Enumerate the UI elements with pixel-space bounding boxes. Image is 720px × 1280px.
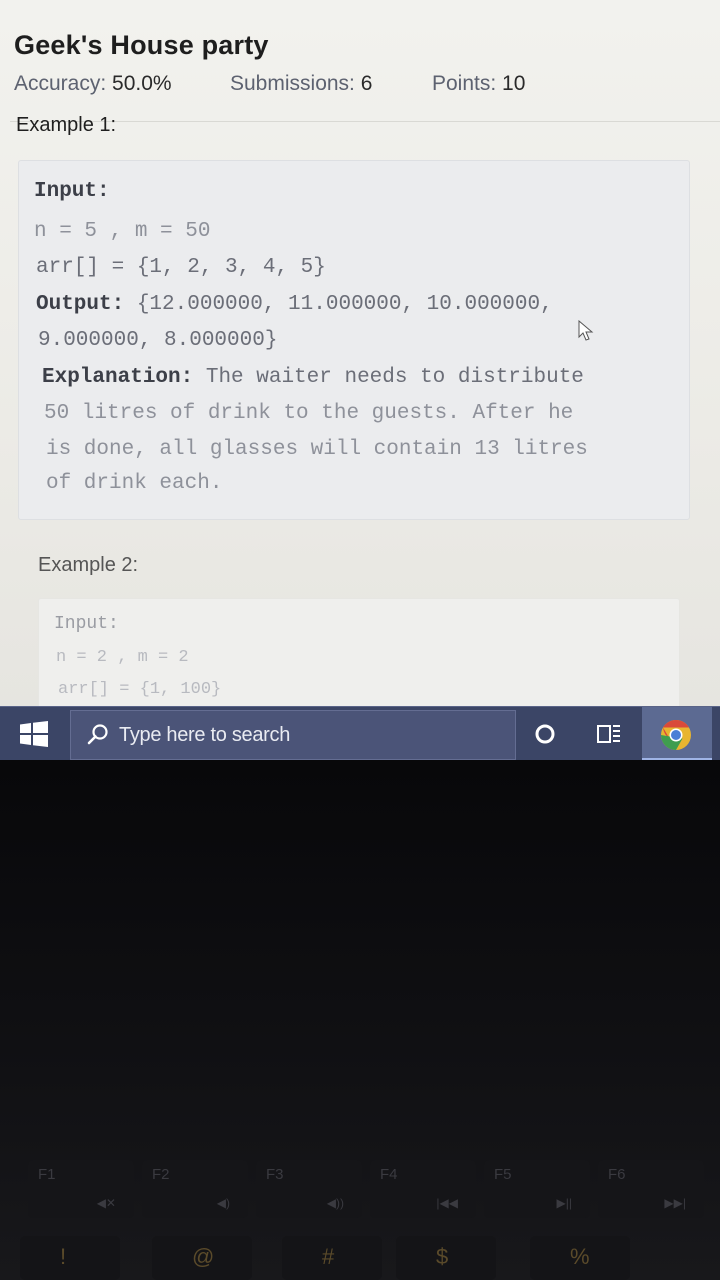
submissions-label: Submissions: [230,72,355,95]
f5-key-label: F5 [494,1166,512,1183]
input-label-text: Input: [34,180,110,203]
accuracy-value: 50.0% [112,72,172,95]
example-1-output-line-2: 9.000000, 8.000000} [38,329,278,352]
key-5-symbol: % [570,1244,590,1269]
f4-key[interactable]: F4 |◀◀ [370,1160,476,1218]
mouse-pointer-icon [578,320,594,341]
key-4-symbol: $ [436,1244,449,1269]
example-2-arr-line: arr[] = {1, 100} [58,680,222,699]
example-1-explanation-line-2: 50 litres of drink to the guests. After … [44,402,574,425]
play-pause-icon: ▶|| [556,1196,572,1210]
key-2[interactable]: @ [152,1236,252,1280]
example-2-heading: Example 2: [38,554,139,576]
explanation-text-1: The waiter needs to distribute [205,366,584,389]
example-2-nm-line: n = 2 , m = 2 [56,648,189,667]
search-placeholder: Type here to search [119,724,291,746]
points-label: Points: [432,72,497,95]
problem-title: Geek's House party [14,30,269,60]
windows-taskbar: Type here to search [0,706,720,761]
output-value-line-1: {12.000000, 11.000000, 10.000000, [136,293,553,316]
key-3-symbol: # [322,1244,335,1269]
example-2-input-label: Input: [54,614,119,634]
task-view-icon[interactable] [596,723,622,745]
key-3[interactable]: # [282,1236,382,1280]
submissions-stat: Submissions: 6 [230,72,372,96]
points-stat: Points: 10 [432,72,525,96]
f5-key[interactable]: F5 ▶|| [484,1160,590,1218]
example-1-input-label: Input: [34,180,110,203]
f3-key-label: F3 [266,1166,284,1183]
example-1-arr-line: arr[] = {1, 2, 3, 4, 5} [36,256,326,279]
previous-track-icon: |◀◀ [436,1196,458,1210]
example-1-output-line: Output: {12.000000, 11.000000, 10.000000… [36,293,553,316]
accuracy-label: Accuracy: [14,72,107,95]
f2-key[interactable]: F2 ◀) [142,1160,248,1218]
volume-down-icon: ◀) [216,1196,230,1210]
browser-viewport: Geek's House party Accuracy: 50.0% Submi… [0,0,720,708]
stats-divider [10,121,720,122]
f6-key[interactable]: F6 ▶▶| [598,1160,704,1218]
example-1-explanation-line-4: of drink each. [46,472,223,495]
example-1-explanation-line-1: Explanation: The waiter needs to distrib… [42,366,584,389]
explanation-label-text: Explanation: [42,366,194,389]
volume-up-icon: ◀)) [326,1196,344,1210]
points-value: 10 [502,72,526,95]
key-4[interactable]: $ [396,1236,496,1280]
f6-key-label: F6 [608,1166,626,1183]
chrome-taskbar-button[interactable] [642,707,712,761]
f1-key[interactable]: F1 ◀✕ [28,1160,134,1218]
f1-key-label: F1 [38,1166,56,1183]
search-icon [87,724,108,745]
cortana-circle-icon[interactable] [534,723,556,745]
f4-key-label: F4 [380,1166,398,1183]
taskbar-search-box[interactable]: Type here to search [70,710,516,760]
key-5[interactable]: % [530,1236,630,1280]
f3-key[interactable]: F3 ◀)) [256,1160,362,1218]
example-1-heading: Example 1: [16,114,117,136]
key-2-symbol: @ [192,1244,215,1269]
f2-key-label: F2 [152,1166,170,1183]
output-label-text: Output: [36,293,125,316]
example-1-nm-line: n = 5 , m = 50 [34,220,211,243]
key-1-symbol: ! [60,1244,67,1269]
example-1-explanation-line-3: is done, all glasses will contain 13 lit… [46,438,588,461]
windows-logo-icon[interactable] [20,721,48,747]
key-1[interactable]: ! [20,1236,120,1280]
accuracy-stat: Accuracy: 50.0% [14,72,172,96]
submissions-value: 6 [360,72,373,95]
next-track-icon: ▶▶| [664,1196,686,1210]
mute-icon: ◀✕ [96,1196,116,1210]
chrome-icon [661,720,691,750]
